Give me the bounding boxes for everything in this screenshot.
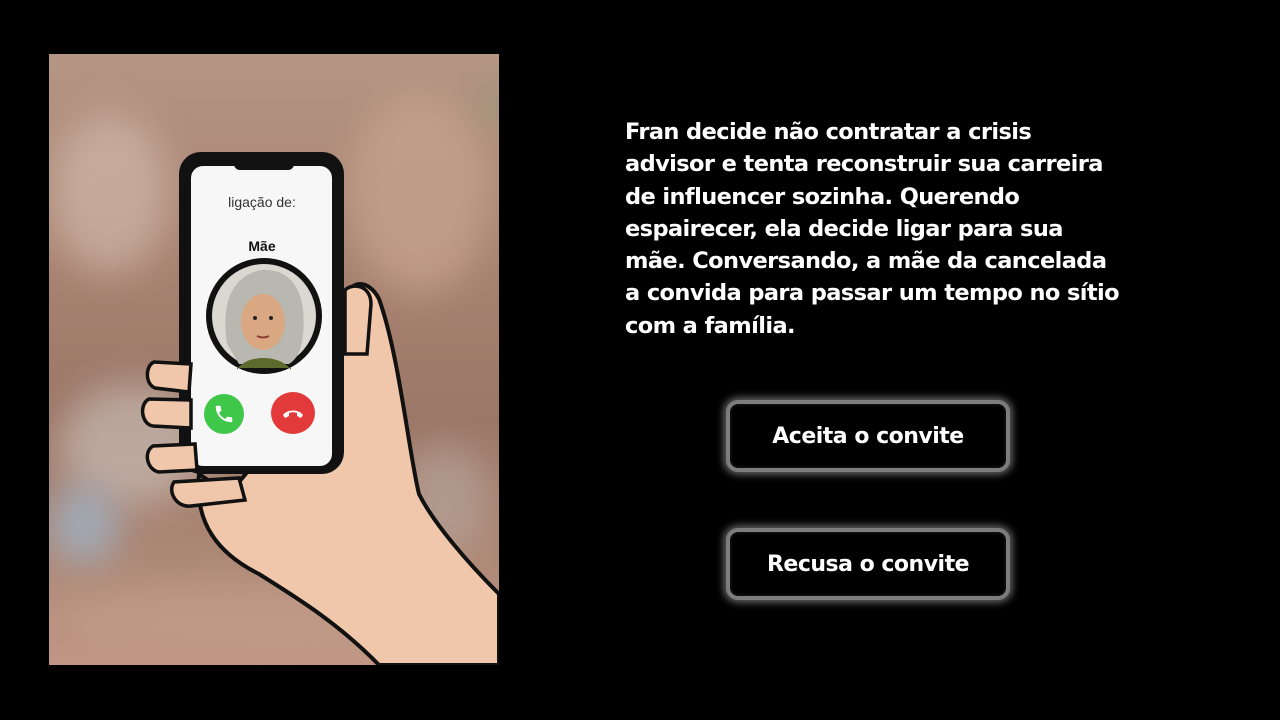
finger-4 (169, 476, 248, 508)
game-scene: ligação de: Mãe Fran decide não contrata… (0, 0, 1280, 720)
phone-call-illustration: ligação de: Mãe (49, 54, 499, 665)
finger-2 (140, 397, 193, 430)
caller-face (241, 294, 285, 350)
handset-icon (215, 405, 233, 423)
hang-up-icon (283, 410, 303, 418)
accept-invitation-button[interactable]: Aceita o convite (726, 400, 1010, 472)
finger-3 (145, 442, 199, 474)
caller-eye-right (269, 316, 273, 320)
phone-decline-icon[interactable] (271, 392, 315, 434)
phone-accept-icon[interactable] (204, 394, 244, 434)
phone-caller-name: Mãe (248, 238, 276, 254)
hand-holding-phone (140, 152, 499, 665)
scene-narration: Fran decide não contratar a crisis advis… (625, 119, 1120, 339)
thumb (343, 284, 373, 356)
caller-eye-left (253, 316, 257, 320)
phone-notch (234, 158, 294, 170)
decline-invitation-button[interactable]: Recusa o convite (726, 528, 1010, 600)
finger-1 (145, 360, 193, 394)
phone-call-label: ligação de: (228, 194, 296, 210)
